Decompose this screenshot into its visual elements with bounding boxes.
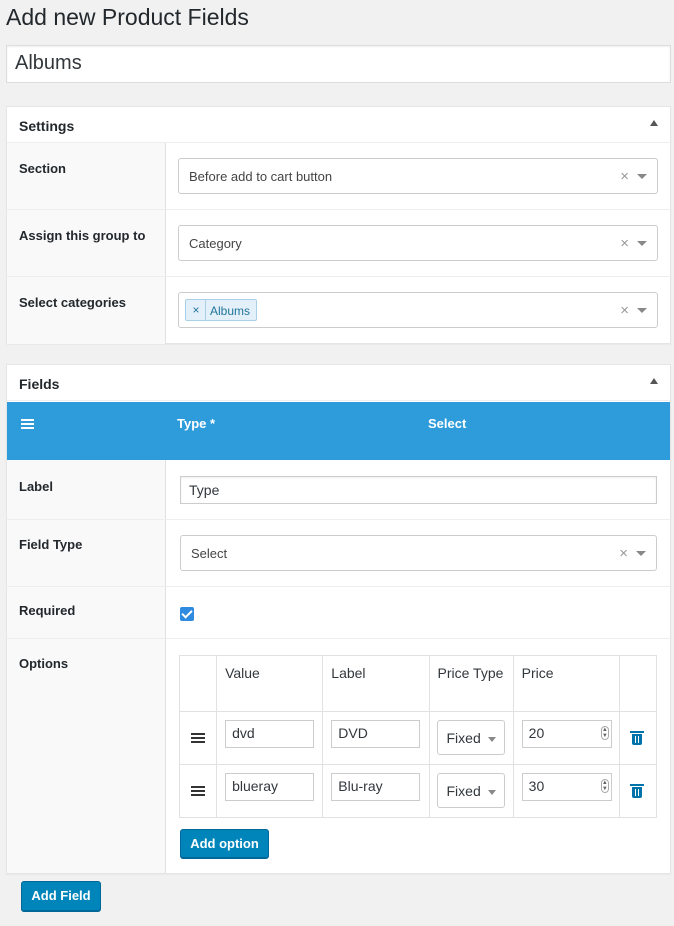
collapse-arrow-icon[interactable] — [650, 120, 658, 126]
options-label: Options — [19, 656, 69, 671]
label-label: Label — [19, 479, 53, 494]
dropdown-arrow-icon[interactable] — [637, 174, 647, 179]
clear-icon[interactable]: × — [620, 302, 629, 319]
group-title-input[interactable]: Albums — [6, 45, 671, 83]
column-header: Price Type — [428, 655, 514, 712]
options-row: Options Value Label Price Type Price dvd… — [7, 639, 670, 873]
section-row: Section Before add to cart button × — [7, 143, 670, 210]
label-row: Label Type — [7, 460, 670, 520]
field-type-row: Field Type Select × — [7, 520, 670, 587]
price-type-value: Fixed — [446, 730, 481, 746]
column-header: Value — [216, 655, 324, 712]
collapse-arrow-icon[interactable] — [650, 378, 658, 384]
price-input[interactable]: 30 — [521, 773, 612, 801]
required-label: Required — [19, 603, 76, 618]
page-title: Add new Product Fields — [6, 4, 249, 30]
drag-handle-icon[interactable] — [191, 786, 205, 796]
column-header: Label — [322, 655, 430, 712]
add-option-button[interactable]: Add option — [180, 829, 269, 858]
clear-icon[interactable]: × — [619, 545, 628, 562]
option-row: blueray Blu-ray Fixed 30 ▲ ▼ — [178, 764, 658, 818]
section-select[interactable]: Before add to cart button × — [178, 158, 658, 194]
categories-row: Select categories × Albums × — [7, 277, 670, 344]
drag-handle-icon[interactable] — [21, 419, 34, 429]
fields-title: Fields — [19, 376, 60, 392]
field-type-name: Select — [428, 416, 467, 431]
options-header-row: Value Label Price Type Price — [178, 655, 658, 712]
add-field-button[interactable]: Add Field — [21, 881, 101, 911]
section-value: Before add to cart button — [189, 169, 333, 184]
spinner-icon[interactable]: ▲ ▼ — [600, 726, 609, 740]
dropdown-arrow-icon — [487, 737, 496, 742]
option-label-input[interactable]: DVD — [331, 720, 421, 748]
trash-icon[interactable] — [629, 784, 644, 798]
column-header: Price — [512, 655, 620, 712]
fields-header[interactable]: Fields — [7, 365, 670, 401]
option-value-input[interactable]: dvd — [225, 720, 315, 748]
tag-label: Albums — [210, 304, 251, 318]
price-type-select[interactable]: Fixed — [436, 720, 505, 755]
price-type-value: Fixed — [446, 783, 481, 799]
assign-value: Category — [189, 236, 242, 251]
categories-label: Select categories — [19, 295, 126, 310]
clear-icon[interactable]: × — [620, 168, 629, 185]
drag-handle-icon[interactable] — [191, 733, 205, 743]
field-header-bar[interactable]: Type * Select — [7, 402, 670, 460]
option-label-input[interactable]: Blu-ray — [331, 773, 421, 801]
settings-box: Settings Section Before add to cart butt… — [6, 106, 671, 344]
field-name: Type * — [177, 416, 216, 431]
option-row: dvd DVD Fixed 20 ▲ ▼ — [178, 711, 658, 765]
field-type-select[interactable]: Select × — [180, 535, 657, 571]
option-value-input[interactable]: blueray — [225, 773, 315, 801]
settings-header[interactable]: Settings — [7, 107, 670, 143]
price-input[interactable]: 20 — [521, 720, 612, 748]
categories-select[interactable]: × Albums × — [178, 292, 658, 328]
required-row: Required — [7, 587, 670, 639]
trash-icon[interactable] — [629, 731, 644, 745]
dropdown-arrow-icon[interactable] — [637, 308, 647, 313]
section-label: Section — [19, 161, 66, 176]
assign-row: Assign this group to Category × — [7, 210, 670, 277]
fields-box: Fields Type * Select Label Type Field Ty… — [6, 364, 671, 874]
clear-icon[interactable]: × — [620, 235, 629, 252]
assign-label: Assign this group to — [19, 228, 146, 243]
spinner-icon[interactable]: ▲ ▼ — [600, 779, 609, 793]
required-checkbox[interactable] — [180, 607, 194, 621]
assign-select[interactable]: Category × — [178, 225, 658, 261]
dropdown-arrow-icon — [487, 790, 496, 795]
category-tag: × Albums — [185, 299, 257, 321]
label-input[interactable]: Type — [180, 476, 657, 504]
dropdown-arrow-icon[interactable] — [637, 241, 647, 246]
price-type-select[interactable]: Fixed — [436, 773, 505, 808]
field-type-value: Select — [191, 546, 228, 561]
options-table: Value Label Price Type Price dvd DVD Fix… — [178, 655, 658, 818]
settings-title: Settings — [19, 118, 75, 134]
tag-remove-icon[interactable]: × — [190, 303, 202, 317]
field-type-label: Field Type — [19, 537, 83, 552]
dropdown-arrow-icon[interactable] — [636, 551, 646, 556]
